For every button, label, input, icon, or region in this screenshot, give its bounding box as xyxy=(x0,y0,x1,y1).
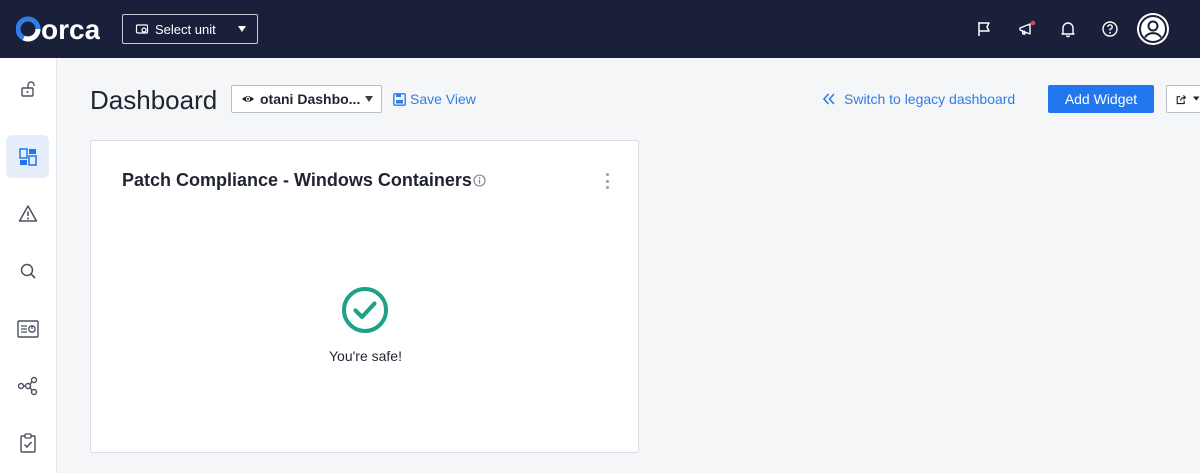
double-chevron-left-icon xyxy=(822,93,835,105)
save-view-label: Save View xyxy=(410,91,476,107)
sidebar-item-discovery[interactable] xyxy=(6,249,49,292)
switch-legacy-dashboard-label: Switch to legacy dashboard xyxy=(844,91,1016,107)
dashboard-select-label: otani Dashbo... xyxy=(260,91,361,107)
unit-select-dropdown[interactable]: Select unit xyxy=(122,14,258,44)
sidebar xyxy=(0,58,57,473)
share-button[interactable] xyxy=(1166,85,1200,113)
help-icon xyxy=(1102,21,1118,37)
logo-text: orca xyxy=(41,14,100,44)
kebab-dot xyxy=(605,179,609,183)
avatar-icon xyxy=(1139,15,1167,43)
bell-icon xyxy=(1061,22,1075,38)
top-navigation-bar: orca Select unit xyxy=(0,0,1200,58)
chevron-down-icon xyxy=(365,96,373,102)
sidebar-item-graph[interactable] xyxy=(6,364,49,407)
help-button[interactable] xyxy=(1098,17,1122,41)
compliance-icon xyxy=(19,432,36,453)
page-title: Dashboard xyxy=(90,85,218,115)
chevron-down-icon xyxy=(1193,96,1200,101)
sidebar-item-compliance[interactable] xyxy=(6,421,49,464)
sidebar-item-access[interactable] xyxy=(6,67,49,110)
unit-select-label: Select unit xyxy=(155,21,216,37)
sidebar-item-alerts[interactable] xyxy=(6,192,49,235)
dashboard-icon xyxy=(18,147,37,166)
sidebar-item-reports[interactable] xyxy=(6,307,49,350)
search-icon xyxy=(20,263,36,279)
eye-icon xyxy=(242,96,254,102)
patch-compliance-widget: Patch Compliance - Windows Containers Yo… xyxy=(90,140,639,453)
save-view-button[interactable]: Save View xyxy=(393,91,476,107)
announcements-button[interactable] xyxy=(1015,17,1039,41)
add-widget-button[interactable]: Add Widget xyxy=(1048,85,1154,113)
chevron-down-icon xyxy=(238,26,246,32)
switch-legacy-dashboard-link[interactable]: Switch to legacy dashboard xyxy=(822,91,1015,107)
check-circle-icon xyxy=(342,287,388,333)
alert-icon xyxy=(18,204,37,222)
share-icon xyxy=(1176,94,1187,104)
flag-button[interactable] xyxy=(972,17,996,41)
user-avatar[interactable] xyxy=(1137,13,1169,45)
notification-dot xyxy=(1030,20,1036,26)
sidebar-item-dashboard[interactable] xyxy=(6,135,49,178)
info-icon[interactable] xyxy=(473,174,486,187)
dashboard-select-dropdown[interactable]: otani Dashbo... xyxy=(231,85,382,113)
graph-icon xyxy=(17,376,37,395)
widget-title: Patch Compliance - Windows Containers xyxy=(122,170,472,190)
kebab-dot xyxy=(605,173,609,176)
unit-icon xyxy=(135,24,149,34)
save-icon xyxy=(393,92,406,106)
megaphone-icon xyxy=(1019,20,1036,35)
notifications-button[interactable] xyxy=(1056,17,1080,41)
unlock-icon xyxy=(20,80,35,97)
widget-menu-button[interactable] xyxy=(601,171,613,191)
kebab-dot xyxy=(605,186,609,189)
widget-status-text: You're safe! xyxy=(329,348,402,364)
reports-icon xyxy=(16,319,39,338)
flag-icon xyxy=(978,22,990,36)
orca-logo[interactable]: orca xyxy=(16,14,100,44)
